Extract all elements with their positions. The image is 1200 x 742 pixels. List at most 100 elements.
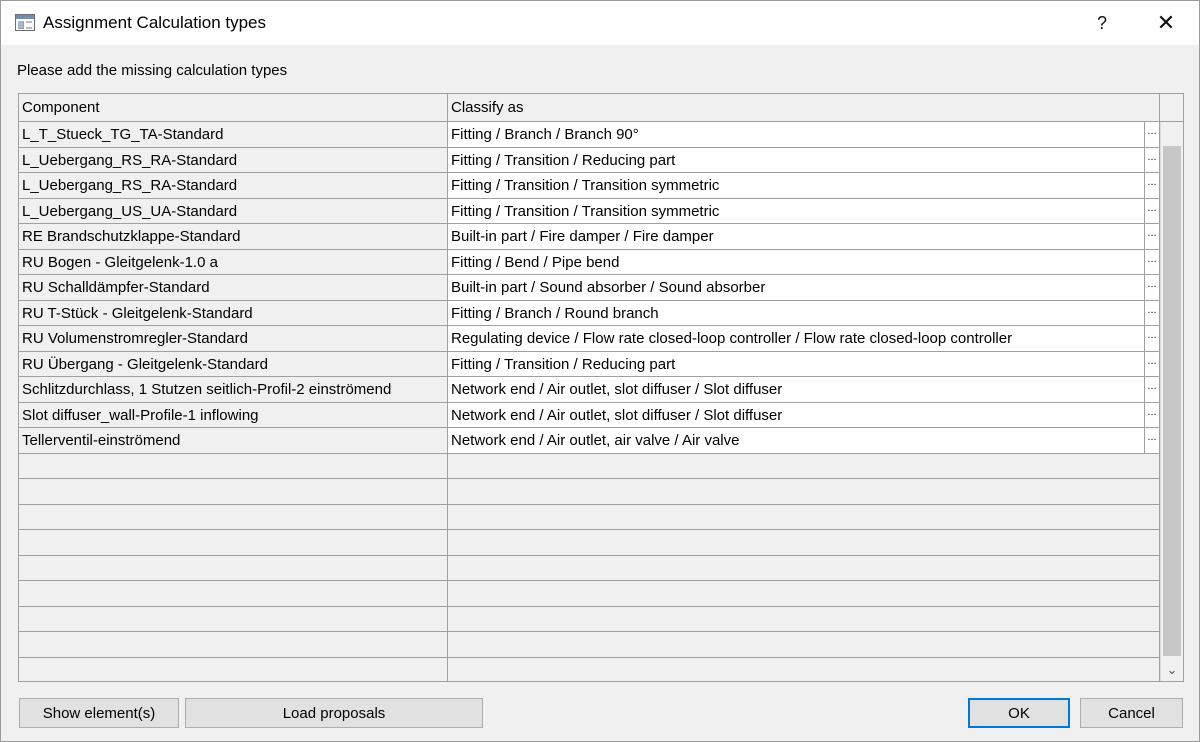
browse-ellipsis-button[interactable]: ... (1145, 122, 1160, 148)
classify-as-cell[interactable]: Network end / Air outlet, air valve / Ai… (448, 428, 1145, 454)
table-row[interactable]: Schlitzdurchlass, 1 Stutzen seitlich-Pro… (19, 377, 1160, 403)
column-header-component[interactable]: Component (19, 94, 448, 122)
grid-header: Component Classify as (19, 94, 1183, 122)
empty-table-row (19, 606, 1160, 632)
ok-button[interactable]: OK (968, 698, 1070, 728)
app-window-icon (15, 14, 35, 31)
component-cell: L_Uebergang_RS_RA-Standard (19, 147, 448, 173)
component-cell: L_T_Stueck_TG_TA-Standard (19, 122, 448, 148)
vertical-scrollbar[interactable]: ⌄ (1160, 122, 1183, 681)
table-row[interactable]: RE Brandschutzklappe-Standard Built-in pa… (19, 224, 1160, 250)
table-row[interactable]: L_Uebergang_RS_RA-Standard Fitting / Tran… (19, 147, 1160, 173)
browse-ellipsis-button[interactable]: ... (1145, 147, 1160, 173)
component-cell: RU Übergang - Gleitgelenk-Standard (19, 351, 448, 377)
empty-classify-cell (448, 453, 1160, 479)
component-cell: Slot diffuser_wall-Profile-1 inflowing (19, 402, 448, 428)
chevron-down-icon[interactable]: ⌄ (1161, 659, 1183, 681)
table-row[interactable]: L_Uebergang_RS_RA-Standard Fitting / Tran… (19, 173, 1160, 199)
column-header-spacer (1160, 94, 1183, 122)
help-button[interactable]: ? (1079, 1, 1125, 45)
empty-component-cell (19, 479, 448, 505)
classify-as-cell[interactable]: Built-in part / Sound absorber / Sound a… (448, 275, 1145, 301)
table-row[interactable]: L_Uebergang_US_UA-Standard Fitting / Tran… (19, 198, 1160, 224)
browse-ellipsis-button[interactable]: ... (1145, 300, 1160, 326)
grid-rows: L_T_Stueck_TG_TA-Standard Fitting / Branc… (19, 122, 1160, 681)
empty-component-cell (19, 581, 448, 607)
column-header-classify-as[interactable]: Classify as (448, 94, 1160, 122)
empty-table-row (19, 555, 1160, 581)
table-row[interactable]: RU Volumenstromregler-Standard Regulating… (19, 326, 1160, 352)
browse-ellipsis-button[interactable]: ... (1145, 224, 1160, 250)
browse-ellipsis-button[interactable]: ... (1145, 428, 1160, 454)
load-proposals-button[interactable]: Load proposals (185, 698, 483, 728)
window-title: Assignment Calculation types (43, 13, 267, 32)
component-cell: L_Uebergang_RS_RA-Standard (19, 173, 448, 199)
cancel-button[interactable]: Cancel (1080, 698, 1183, 728)
browse-ellipsis-button[interactable]: ... (1145, 351, 1160, 377)
component-cell: L_Uebergang_US_UA-Standard (19, 198, 448, 224)
component-cell: RU Bogen - Gleitgelenk-1.0 a (19, 249, 448, 275)
empty-component-cell (19, 657, 448, 681)
classify-as-cell[interactable]: Fitting / Bend / Pipe bend (448, 249, 1145, 275)
browse-ellipsis-button[interactable]: ... (1145, 402, 1160, 428)
component-cell: RE Brandschutzklappe-Standard (19, 224, 448, 250)
empty-classify-cell (448, 581, 1160, 607)
classify-as-cell[interactable]: Fitting / Transition / Reducing part (448, 351, 1145, 377)
empty-table-row (19, 504, 1160, 530)
empty-table-row (19, 632, 1160, 658)
classify-as-cell[interactable]: Network end / Air outlet, slot diffuser … (448, 377, 1145, 403)
empty-classify-cell (448, 479, 1160, 505)
empty-classify-cell (448, 632, 1160, 658)
browse-ellipsis-button[interactable]: ... (1145, 249, 1160, 275)
empty-classify-cell (448, 606, 1160, 632)
classify-as-cell[interactable]: Fitting / Transition / Transition symmet… (448, 173, 1145, 199)
table-row[interactable]: Tellerventil-einströmend Network end / Ai… (19, 428, 1160, 454)
chevron-up-icon[interactable] (1161, 122, 1183, 144)
classify-as-cell[interactable]: Built-in part / Fire damper / Fire dampe… (448, 224, 1145, 250)
assignment-grid: Component Classify as L_T_Stueck_TG_TA-S… (18, 93, 1184, 682)
instruction-text: Please add the missing calculation types (17, 62, 288, 79)
empty-table-row (19, 657, 1160, 681)
empty-component-cell (19, 504, 448, 530)
component-cell: RU T-Stück - Gleitgelenk-Standard (19, 300, 448, 326)
browse-ellipsis-button[interactable]: ... (1145, 326, 1160, 352)
classify-as-cell[interactable]: Fitting / Branch / Round branch (448, 300, 1145, 326)
empty-classify-cell (448, 530, 1160, 556)
classify-as-cell[interactable]: Network end / Air outlet, slot diffuser … (448, 402, 1145, 428)
table-row[interactable]: RU Bogen - Gleitgelenk-1.0 a Fitting / Be… (19, 249, 1160, 275)
component-cell: RU Volumenstromregler-Standard (19, 326, 448, 352)
table-row[interactable]: RU Schalldämpfer-Standard Built-in part /… (19, 275, 1160, 301)
browse-ellipsis-button[interactable]: ... (1145, 173, 1160, 199)
empty-component-cell (19, 632, 448, 658)
empty-classify-cell (448, 657, 1160, 681)
empty-component-cell (19, 453, 448, 479)
empty-table-row (19, 530, 1160, 556)
title-bar: Assignment Calculation types ? ✕ (1, 1, 1199, 45)
table-row[interactable]: L_T_Stueck_TG_TA-Standard Fitting / Branc… (19, 122, 1160, 148)
empty-component-cell (19, 555, 448, 581)
show-elements-button[interactable]: Show element(s) (19, 698, 179, 728)
empty-classify-cell (448, 555, 1160, 581)
classify-as-cell[interactable]: Fitting / Branch / Branch 90° (448, 122, 1145, 148)
component-cell: RU Schalldämpfer-Standard (19, 275, 448, 301)
browse-ellipsis-button[interactable]: ... (1145, 275, 1160, 301)
classify-as-cell[interactable]: Fitting / Transition / Reducing part (448, 147, 1145, 173)
table-row[interactable]: RU T-Stück - Gleitgelenk-Standard Fitting… (19, 300, 1160, 326)
browse-ellipsis-button[interactable]: ... (1145, 377, 1160, 403)
classify-as-cell[interactable]: Fitting / Transition / Transition symmet… (448, 198, 1145, 224)
empty-table-row (19, 453, 1160, 479)
table-row[interactable]: Slot diffuser_wall-Profile-1 inflowing Ne… (19, 402, 1160, 428)
empty-table-row (19, 581, 1160, 607)
close-button[interactable]: ✕ (1143, 1, 1189, 45)
table-row[interactable]: RU Übergang - Gleitgelenk-Standard Fittin… (19, 351, 1160, 377)
component-cell: Tellerventil-einströmend (19, 428, 448, 454)
empty-classify-cell (448, 504, 1160, 530)
classify-as-cell[interactable]: Regulating device / Flow rate closed-loo… (448, 326, 1145, 352)
dialog-window: Assignment Calculation types ? ✕ Please … (0, 0, 1200, 742)
empty-component-cell (19, 606, 448, 632)
empty-component-cell (19, 530, 448, 556)
browse-ellipsis-button[interactable]: ... (1145, 198, 1160, 224)
component-cell: Schlitzdurchlass, 1 Stutzen seitlich-Pro… (19, 377, 448, 403)
empty-table-row (19, 479, 1160, 505)
scrollbar-thumb[interactable] (1163, 146, 1181, 656)
